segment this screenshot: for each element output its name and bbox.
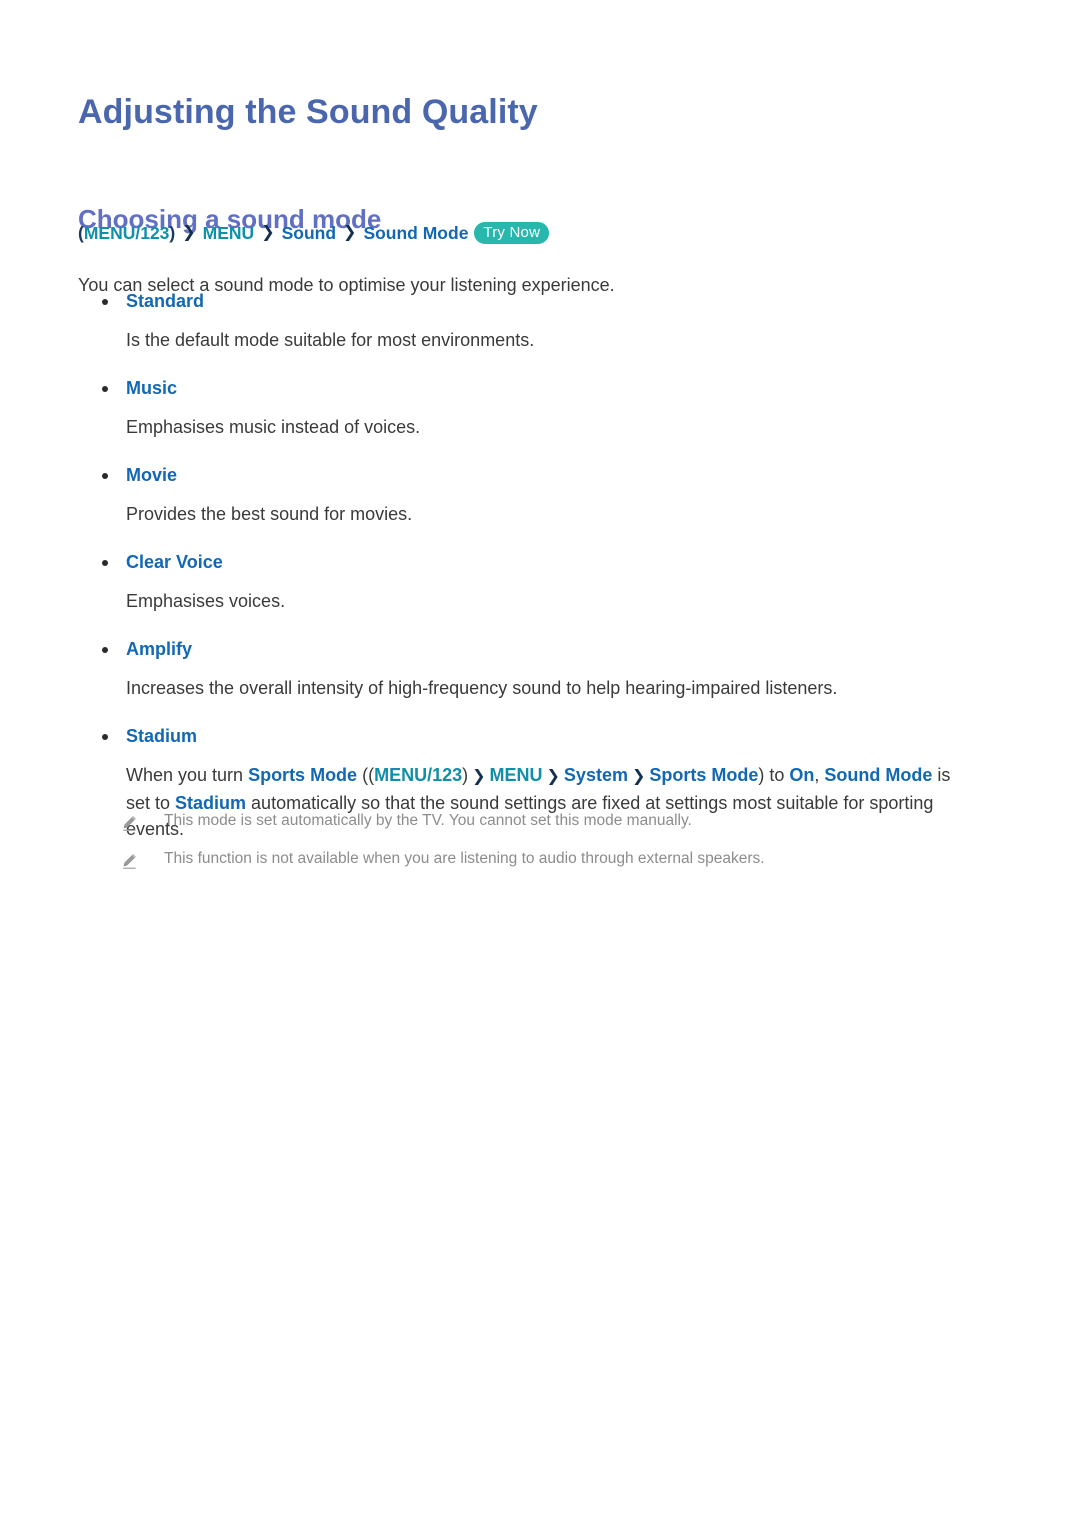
mode-term-label: Clear Voice [126,552,223,572]
mode-description: Is the default mode suitable for most en… [126,330,535,350]
mode-term-label: Amplify [126,639,193,659]
sound-mode-standard: Standard [78,288,978,317]
pencil-icon [120,813,140,833]
breadcrumb-item-menu123[interactable]: MENU/123 [84,221,170,245]
chevron-right-icon: ❯ [343,224,357,241]
stadium-text-part-1: When you turn [126,765,249,785]
pencil-icon [120,851,140,871]
link-system[interactable]: System [564,765,628,785]
chevron-right-icon: ❯ [631,768,646,785]
chevron-right-icon: ❯ [472,768,486,785]
link-menu123[interactable]: MENU/123 [374,765,462,785]
mode-description: Emphasises voices. [126,591,286,611]
breadcrumb-item-sound-mode[interactable]: Sound Mode [363,221,468,245]
list-item: Standard Is the default mode suitable fo… [78,288,978,353]
mode-term-label: Movie [126,465,178,485]
breadcrumb-close-paren: ) [169,223,176,243]
sound-mode-clear-voice: Clear Voice [78,549,978,578]
note-text: This function is not available when you … [164,850,765,867]
stadium-text-part-5: , [814,765,825,785]
link-sports-mode-2[interactable]: Sports Mode [649,765,758,785]
sound-mode-list: Standard Is the default mode suitable fo… [78,288,978,864]
sound-mode-movie: Movie [78,462,978,491]
page-title: Adjusting the Sound Quality [78,92,538,131]
link-sports-mode[interactable]: Sports Mode [248,765,357,785]
mode-term-label: Stadium [126,726,198,746]
link-menu[interactable]: MENU [490,765,543,785]
mode-term-label: Standard [126,291,205,311]
list-item: Movie Provides the best sound for movies… [78,462,978,527]
breadcrumb-item-sound[interactable]: Sound [282,221,336,245]
chevron-right-icon: ❯ [261,224,275,241]
note-text: This mode is set automatically by the TV… [164,812,692,829]
mode-term-label: Music [126,378,178,398]
stadium-text-part-4: ) to [758,765,790,785]
breadcrumb-item-menu[interactable]: MENU [203,221,255,245]
mode-description: Emphasises music instead of voices. [126,417,421,437]
mode-description: Increases the overall intensity of high-… [126,678,838,698]
bullet-icon [102,473,108,479]
list-item: Amplify Increases the overall intensity … [78,636,978,701]
sound-mode-amplify: Amplify [78,636,978,665]
bullet-icon [102,299,108,305]
chevron-right-icon: ❯ [546,768,560,785]
breadcrumb: (MENU/123) ❯ MENU ❯ Sound ❯ Sound Mode T… [78,221,550,245]
stadium-text-part-2: (( [357,765,375,785]
note-item: This function is not available when you … [78,848,978,886]
link-on[interactable]: On [789,765,814,785]
sound-mode-stadium: Stadium [78,723,978,752]
try-now-badge[interactable]: Try Now [474,222,550,244]
sound-mode-music: Music [78,375,978,404]
mode-description: Provides the best sound for movies. [126,504,413,524]
notes-section: This mode is set automatically by the TV… [78,810,978,886]
document-page: Adjusting the Sound Quality Choosing a s… [0,0,1080,1527]
bullet-icon [102,734,108,740]
bullet-icon [102,647,108,653]
bullet-icon [102,560,108,566]
bullet-icon [102,386,108,392]
chevron-right-icon: ❯ [182,224,196,241]
note-item: This mode is set automatically by the TV… [78,810,978,848]
list-item: Music Emphasises music instead of voices… [78,375,978,440]
list-item: Clear Voice Emphasises voices. [78,549,978,614]
link-sound-mode[interactable]: Sound Mode [824,765,932,785]
